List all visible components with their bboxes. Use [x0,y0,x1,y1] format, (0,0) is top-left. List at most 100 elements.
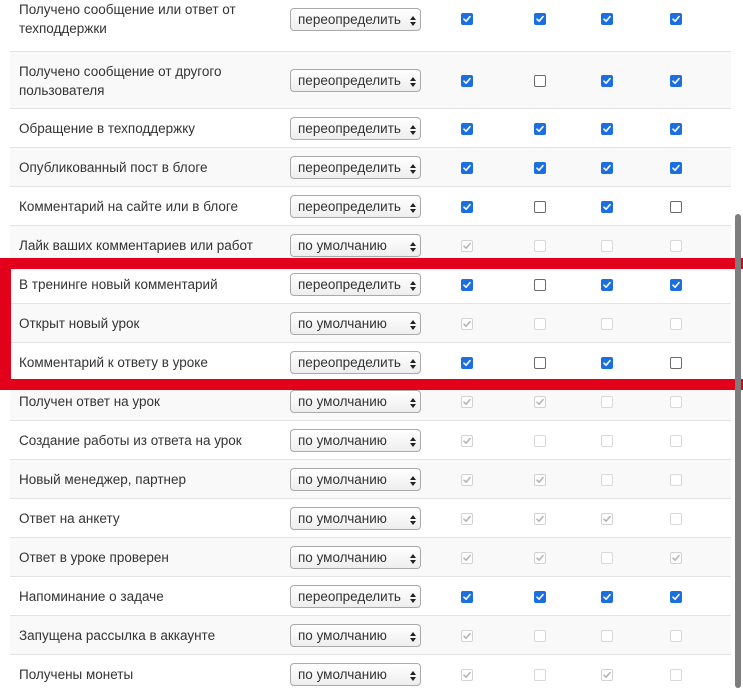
event-label: Лайк ваших комментариев или работ [19,238,253,253]
channel-checkbox[interactable] [461,200,473,213]
channel-checkbox [461,434,473,447]
mode-select-value: по умолчанию [298,667,387,682]
mode-select[interactable]: по умолчанию [290,546,421,569]
channel-checkbox [670,551,682,564]
mode-select[interactable]: переопределить [290,117,421,140]
mode-select-value: по умолчанию [298,550,387,565]
mode-select[interactable]: переопределить [290,195,421,218]
channel-checkbox [601,629,613,642]
mode-select[interactable]: по умолчанию [290,507,421,530]
channel-checkbox[interactable] [534,122,546,135]
channel-checkbox[interactable] [670,278,682,291]
channel-checkbox[interactable] [534,590,546,603]
channel-checkbox[interactable] [534,74,546,87]
mode-select[interactable]: переопределить [290,69,421,92]
mode-select-value: переопределить [298,589,401,604]
mode-select[interactable]: переопределить [290,7,421,31]
channel-checkbox [461,395,473,408]
channel-checkbox [601,473,613,486]
channel-checkbox [670,473,682,486]
channel-checkbox[interactable] [461,74,473,87]
channel-checkbox[interactable] [461,13,473,25]
channel-checkbox[interactable] [601,161,613,174]
mode-select-value: по умолчанию [298,316,387,331]
updown-arrows-icon [409,434,417,448]
channel-checkbox [534,395,546,408]
mode-select[interactable]: переопределить [290,585,421,608]
updown-arrows-icon [409,551,417,565]
event-label: Напоминание о задаче [19,589,164,604]
channel-checkbox[interactable] [670,13,682,25]
updown-arrows-icon [409,590,417,604]
channel-checkbox [534,668,546,681]
channel-checkbox [601,317,613,330]
channel-checkbox[interactable] [601,356,613,369]
event-label: Ответ в уроке проверен [19,550,169,565]
channel-checkbox[interactable] [670,590,682,603]
channel-checkbox[interactable] [461,161,473,174]
channel-checkbox[interactable] [670,74,682,87]
updown-arrows-icon [409,122,417,136]
mode-select[interactable]: по умолчанию [290,390,421,413]
mode-select[interactable]: переопределить [290,273,421,296]
channel-checkbox [670,629,682,642]
mode-select-value: переопределить [298,355,401,370]
channel-checkbox[interactable] [670,200,682,213]
mode-select-value: по умолчанию [298,238,387,253]
channel-checkbox[interactable] [534,356,546,369]
updown-arrows-icon [409,395,417,409]
channel-checkbox[interactable] [534,200,546,213]
updown-arrows-icon [409,356,417,370]
channel-checkbox [670,434,682,447]
channel-checkbox[interactable] [461,122,473,135]
channel-checkbox [461,551,473,564]
table-row: Запущена рассылка в аккаунте по умолчанию [10,615,731,654]
mode-select[interactable]: по умолчанию [290,624,421,647]
channel-checkbox[interactable] [601,13,613,25]
mode-select[interactable]: по умолчанию [290,312,421,335]
channel-checkbox[interactable] [670,161,682,174]
channel-checkbox[interactable] [461,590,473,603]
mode-select[interactable]: по умолчанию [290,429,421,452]
mode-select-value: переопределить [298,73,401,88]
table-row: Лайк ваших комментариев или работ по умол… [10,225,731,264]
channel-checkbox[interactable] [534,278,546,291]
updown-arrows-icon [409,74,417,88]
updown-arrows-icon [409,512,417,526]
channel-checkbox [534,473,546,486]
updown-arrows-icon [409,239,417,253]
table-row: Комментарий на сайте или в блоге переопре… [10,186,731,225]
scrollbar[interactable] [735,214,741,688]
table-row: Получено сообщение от другого пользовате… [10,51,731,108]
channel-checkbox[interactable] [534,13,546,25]
channel-checkbox[interactable] [670,356,682,369]
mode-select[interactable]: по умолчанию [290,663,421,686]
mode-select-value: по умолчанию [298,628,387,643]
mode-select[interactable]: по умолчанию [290,234,421,257]
channel-checkbox [461,629,473,642]
channel-checkbox [670,395,682,408]
channel-checkbox[interactable] [534,161,546,174]
mode-select-value: по умолчанию [298,433,387,448]
channel-checkbox[interactable] [601,122,613,135]
mode-select[interactable]: по умолчанию [290,468,421,491]
channel-checkbox [601,239,613,252]
channel-checkbox[interactable] [670,122,682,135]
event-label: Опубликованный пост в блоге [19,160,208,175]
channel-checkbox[interactable] [601,590,613,603]
table-row: Новый менеджер, партнер по умолчанию [10,459,731,498]
channel-checkbox [534,551,546,564]
mode-select[interactable]: переопределить [290,351,421,374]
channel-checkbox [534,512,546,525]
table-row: Ответ на анкету по умолчанию [10,498,731,537]
channel-checkbox[interactable] [601,278,613,291]
table-row: Ответ в уроке проверен по умолчанию [10,537,731,576]
channel-checkbox[interactable] [461,356,473,369]
updown-arrows-icon [409,668,417,682]
channel-checkbox[interactable] [461,278,473,291]
channel-checkbox[interactable] [601,74,613,87]
channel-checkbox [670,668,682,681]
channel-checkbox[interactable] [601,200,613,213]
mode-select[interactable]: переопределить [290,156,421,179]
channel-checkbox [534,317,546,330]
